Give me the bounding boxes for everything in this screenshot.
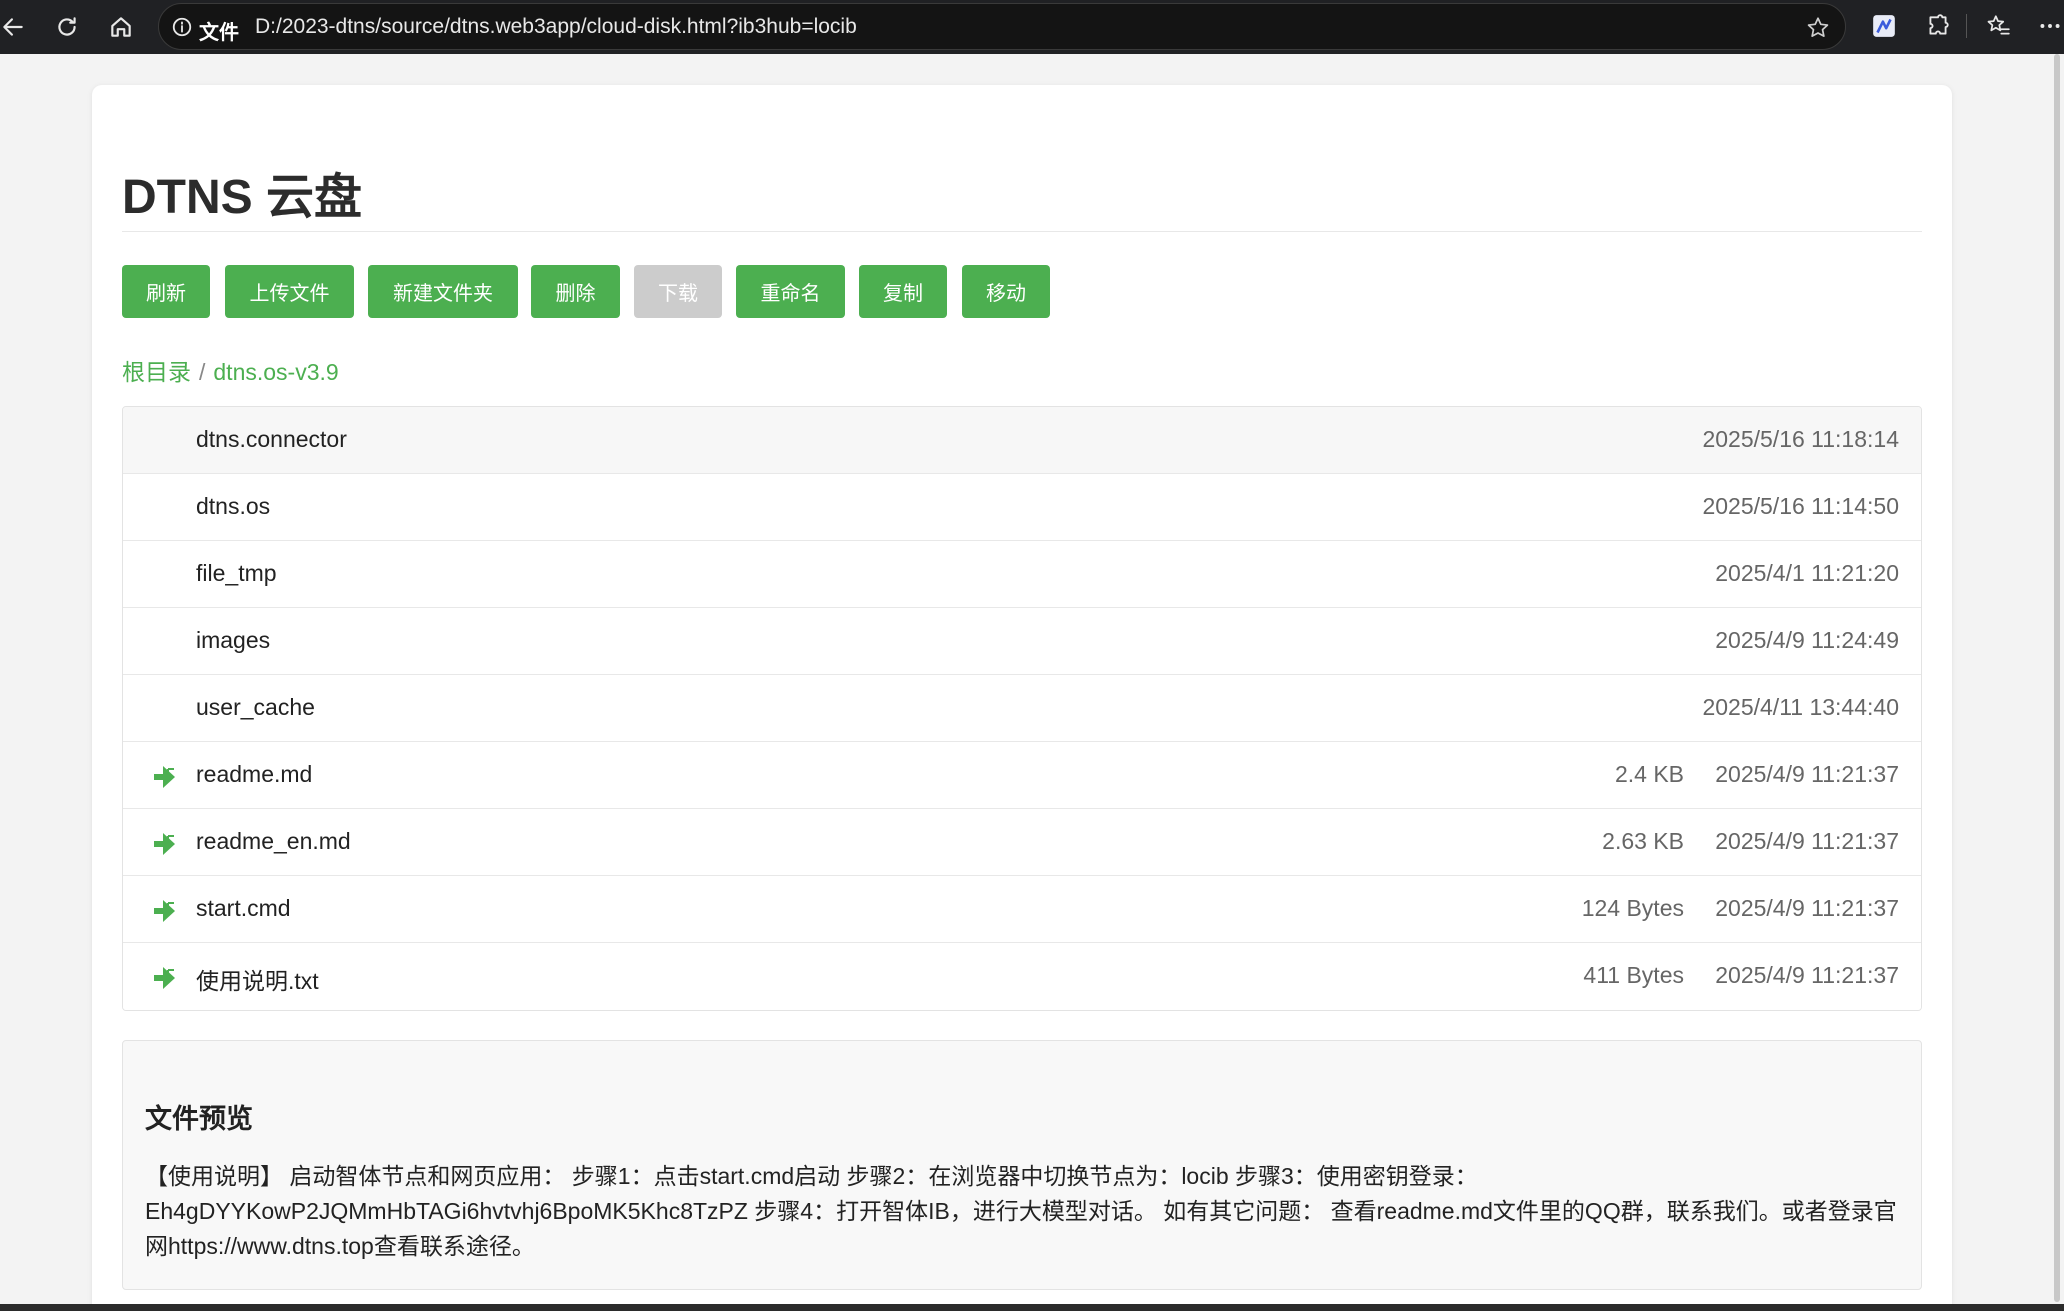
breadcrumb-separator: / (199, 359, 206, 385)
page-title: DTNS 云盘 (122, 171, 363, 224)
download-button[interactable]: 下载 (634, 265, 722, 318)
file-modified-date: 2025/4/11 13:44:40 (1702, 694, 1899, 720)
breadcrumb: 根目录 / dtns.os-v3.9 (122, 353, 339, 387)
rename-button[interactable]: 重命名 (736, 265, 845, 318)
breadcrumb-root-link[interactable]: 根目录 (122, 359, 191, 385)
delete-button[interactable]: 删除 (531, 265, 620, 318)
file-name[interactable]: start.cmd (196, 895, 291, 922)
file-size: 411 Bytes (1583, 962, 1684, 988)
file-name[interactable]: file_tmp (196, 560, 277, 587)
file-row[interactable]: readme_en.md 2.63 KB 2025/4/9 11:21:37 (123, 809, 1921, 876)
home-icon[interactable] (104, 10, 138, 44)
file-size: 2.63 KB (1602, 828, 1684, 854)
file-download-icon (154, 833, 175, 855)
file-modified-date: 2025/4/1 11:21:20 (1715, 560, 1899, 586)
file-size: 124 Bytes (1581, 895, 1684, 921)
file-name[interactable]: user_cache (196, 694, 315, 721)
file-modified-date: 2025/4/9 11:21:37 (1715, 895, 1899, 921)
favorites-icon[interactable] (1984, 12, 2012, 40)
file-modified-date: 2025/4/9 11:21:37 (1715, 828, 1899, 854)
file-modified-date: 2025/4/9 11:21:37 (1715, 962, 1899, 988)
file-row[interactable]: start.cmd 124 Bytes 2025/4/9 11:21:37 (123, 876, 1921, 943)
reload-icon[interactable] (50, 10, 84, 44)
folder-row[interactable]: file_tmp 2025/4/1 11:21:20 (123, 541, 1921, 608)
upload-file-button[interactable]: 上传文件 (225, 265, 354, 318)
file-modified-date: 2025/4/9 11:21:37 (1715, 761, 1899, 787)
toolbar-divider (1966, 14, 1967, 38)
file-name[interactable]: readme_en.md (196, 828, 351, 855)
vertical-scrollbar[interactable] (2050, 54, 2064, 1304)
copy-button[interactable]: 复制 (859, 265, 947, 318)
file-download-icon (154, 967, 175, 989)
folder-row[interactable]: dtns.connector 2025/5/16 11:18:14 (123, 407, 1921, 474)
more-icon[interactable] (2036, 12, 2064, 40)
file-name[interactable]: readme.md (196, 761, 312, 788)
file-row[interactable]: 使用说明.txt 411 Bytes 2025/4/9 11:21:37 (123, 943, 1921, 1010)
scrollbar-thumb[interactable] (2054, 54, 2060, 1302)
protocol-label: 文件 (199, 22, 239, 44)
file-size: 2.4 KB (1614, 761, 1684, 787)
extension-logo-icon[interactable] (1870, 12, 1898, 40)
file-list: dtns.connector 2025/5/16 11:18:14 dtns.os 2… (122, 406, 1922, 1011)
file-name[interactable]: dtns.os (196, 493, 270, 520)
info-icon[interactable] (171, 16, 193, 38)
file-download-icon (154, 900, 175, 922)
address-bar[interactable]: 文件 D:/2023-dtns/source/dtns.web3app/clou… (158, 3, 1846, 50)
preview-title: 文件预览 (145, 1104, 253, 1134)
title-divider (122, 231, 1922, 232)
back-icon[interactable] (0, 10, 30, 44)
folder-row[interactable]: dtns.os 2025/5/16 11:14:50 (123, 474, 1921, 541)
page-viewport: DTNS 云盘 刷新 上传文件 新建文件夹 删除 下载 重命名 复制 移动 根目… (0, 54, 2050, 1304)
preview-content: 【使用说明】 启动智体节点和网页应用： 步骤1：点击start.cmd启动 步骤… (145, 1163, 1897, 1259)
file-name[interactable]: images (196, 627, 270, 654)
file-modified-date: 2025/5/16 11:18:14 (1702, 426, 1899, 452)
folder-row[interactable]: user_cache 2025/4/11 13:44:40 (123, 675, 1921, 742)
star-icon[interactable] (1805, 15, 1831, 41)
puzzle-icon[interactable] (1924, 12, 1952, 40)
move-button[interactable]: 移动 (962, 265, 1050, 318)
browser-toolbar: 文件 D:/2023-dtns/source/dtns.web3app/clou… (0, 0, 2064, 54)
file-modified-date: 2025/4/9 11:24:49 (1715, 627, 1899, 653)
url-text[interactable]: D:/2023-dtns/source/dtns.web3app/cloud-d… (255, 15, 857, 39)
breadcrumb-current-link[interactable]: dtns.os-v3.9 (213, 359, 338, 385)
file-download-icon (154, 766, 175, 788)
file-row[interactable]: readme.md 2.4 KB 2025/4/9 11:21:37 (123, 742, 1921, 809)
new-folder-button[interactable]: 新建文件夹 (368, 265, 518, 318)
file-name[interactable]: 使用说明.txt (196, 962, 319, 996)
folder-row[interactable]: images 2025/4/9 11:24:49 (123, 608, 1921, 675)
refresh-button[interactable]: 刷新 (122, 265, 210, 318)
file-preview-panel: 文件预览 【使用说明】 启动智体节点和网页应用： 步骤1：点击start.cmd… (122, 1040, 1922, 1290)
file-name[interactable]: dtns.connector (196, 426, 347, 453)
cloud-disk-container: DTNS 云盘 刷新 上传文件 新建文件夹 删除 下载 重命名 复制 移动 根目… (92, 85, 1952, 1304)
file-modified-date: 2025/5/16 11:14:50 (1702, 493, 1899, 519)
window-bottom-edge (0, 1304, 2064, 1311)
